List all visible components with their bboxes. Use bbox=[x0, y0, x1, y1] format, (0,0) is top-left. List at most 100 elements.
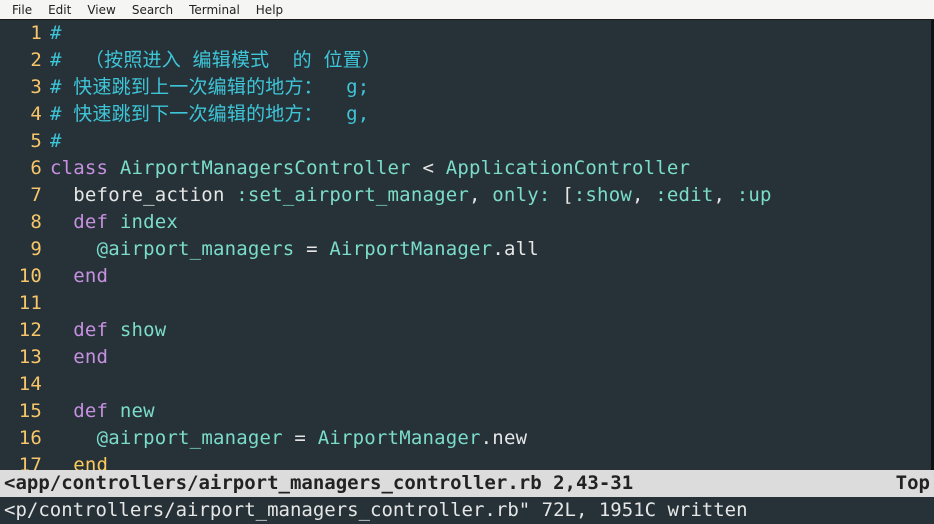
code-line[interactable]: 2# （按照进入 编辑模式 的 位置） bbox=[0, 47, 934, 74]
line-number: 7 bbox=[0, 182, 50, 209]
token bbox=[108, 319, 120, 341]
code-content[interactable]: # bbox=[50, 128, 62, 155]
token bbox=[50, 319, 73, 341]
menu-item-help[interactable]: Help bbox=[248, 3, 291, 17]
code-content[interactable]: # bbox=[50, 20, 62, 47]
token: = bbox=[283, 427, 318, 449]
token: show bbox=[120, 319, 167, 341]
token bbox=[50, 400, 73, 422]
token: AirportManagersController bbox=[120, 157, 411, 179]
code-content[interactable]: class AirportManagersController < Applic… bbox=[50, 155, 690, 182]
code-content[interactable]: def new bbox=[50, 398, 155, 425]
code-content[interactable]: end bbox=[50, 263, 108, 290]
line-number: 11 bbox=[0, 290, 50, 317]
line-number: 6 bbox=[0, 155, 50, 182]
token: = bbox=[294, 238, 329, 260]
token bbox=[50, 427, 97, 449]
code-line[interactable]: 10 end bbox=[0, 263, 934, 290]
token bbox=[108, 400, 120, 422]
code-content[interactable]: @airport_managers = AirportManager.all bbox=[50, 236, 539, 263]
token: :set_airport_manager bbox=[236, 184, 469, 206]
token: :edit bbox=[655, 184, 713, 206]
token: :up bbox=[737, 184, 772, 206]
code-line[interactable]: 15 def new bbox=[0, 398, 934, 425]
line-number: 15 bbox=[0, 398, 50, 425]
line-number: 8 bbox=[0, 209, 50, 236]
token: # （按照进入 编辑模式 的 位置） bbox=[50, 49, 381, 71]
line-number: 4 bbox=[0, 101, 50, 128]
code-line[interactable]: 4# 快速跳到下一次编辑的地方： g, bbox=[0, 101, 934, 128]
token: ApplicationController bbox=[446, 157, 690, 179]
token: class bbox=[50, 157, 108, 179]
line-number: 10 bbox=[0, 263, 50, 290]
code-content[interactable]: end bbox=[50, 452, 108, 470]
token: .all bbox=[492, 238, 539, 260]
code-line[interactable]: 8 def index bbox=[0, 209, 934, 236]
code-line[interactable]: 7 before_action :set_airport_manager, on… bbox=[0, 182, 934, 209]
code-line[interactable]: 9 @airport_managers = AirportManager.all bbox=[0, 236, 934, 263]
token bbox=[50, 211, 73, 233]
token: AirportManager bbox=[329, 238, 492, 260]
code-content[interactable]: # 快速跳到下一次编辑的地方： g, bbox=[50, 101, 369, 128]
code-line[interactable]: 12 def show bbox=[0, 317, 934, 344]
token: def bbox=[73, 211, 108, 233]
token: < bbox=[411, 157, 446, 179]
token bbox=[50, 238, 97, 260]
code-content[interactable]: # 快速跳到上一次编辑的地方： g; bbox=[50, 74, 369, 101]
status-left: <app/controllers/airport_managers_contro… bbox=[4, 470, 633, 497]
line-number: 1 bbox=[0, 20, 50, 47]
token: @airport_manager bbox=[97, 427, 283, 449]
code-line[interactable]: 6class AirportManagersController < Appli… bbox=[0, 155, 934, 182]
token: end bbox=[73, 454, 108, 470]
token: :show bbox=[574, 184, 632, 206]
token: end bbox=[73, 346, 108, 368]
code-line[interactable]: 13 end bbox=[0, 344, 934, 371]
menubar: FileEditViewSearchTerminalHelp bbox=[0, 0, 934, 20]
code-line[interactable]: 1# bbox=[0, 20, 934, 47]
status-right: Top bbox=[896, 470, 930, 497]
token: @airport_managers bbox=[97, 238, 295, 260]
token bbox=[108, 157, 120, 179]
menu-item-edit[interactable]: Edit bbox=[40, 3, 79, 17]
token bbox=[50, 265, 73, 287]
code-line[interactable]: 16 @airport_manager = AirportManager.new bbox=[0, 425, 934, 452]
menu-item-terminal[interactable]: Terminal bbox=[181, 3, 248, 17]
token: def bbox=[73, 319, 108, 341]
line-number: 5 bbox=[0, 128, 50, 155]
token: AirportManager bbox=[318, 427, 481, 449]
code-content[interactable]: def index bbox=[50, 209, 178, 236]
token bbox=[50, 346, 73, 368]
code-content[interactable]: # （按照进入 编辑模式 的 位置） bbox=[50, 47, 381, 74]
token: def bbox=[73, 400, 108, 422]
token bbox=[108, 211, 120, 233]
token: only: bbox=[492, 184, 550, 206]
code-line[interactable]: 3# 快速跳到上一次编辑的地方： g; bbox=[0, 74, 934, 101]
token: before_action bbox=[50, 184, 236, 206]
line-number: 12 bbox=[0, 317, 50, 344]
menu-item-search[interactable]: Search bbox=[124, 3, 181, 17]
menu-item-file[interactable]: File bbox=[4, 3, 40, 17]
token: , bbox=[469, 184, 492, 206]
code-line[interactable]: 17 end bbox=[0, 452, 934, 470]
code-content[interactable]: end bbox=[50, 344, 108, 371]
token: # bbox=[50, 22, 62, 44]
code-content[interactable]: def show bbox=[50, 317, 166, 344]
code-line[interactable]: 14 bbox=[0, 371, 934, 398]
menu-item-view[interactable]: View bbox=[79, 3, 123, 17]
code-line[interactable]: 11 bbox=[0, 290, 934, 317]
status-line-1: <app/controllers/airport_managers_contro… bbox=[0, 470, 934, 497]
line-number: 2 bbox=[0, 47, 50, 74]
code-content[interactable]: before_action :set_airport_manager, only… bbox=[50, 182, 772, 209]
token: .new bbox=[481, 427, 528, 449]
token: [ bbox=[551, 184, 574, 206]
line-number: 9 bbox=[0, 236, 50, 263]
token bbox=[50, 454, 73, 470]
editor-area[interactable]: 1#2# （按照进入 编辑模式 的 位置）3# 快速跳到上一次编辑的地方： g;… bbox=[0, 20, 934, 470]
token: # 快速跳到上一次编辑的地方： g; bbox=[50, 76, 369, 98]
code-content[interactable]: @airport_manager = AirportManager.new bbox=[50, 425, 527, 452]
line-number: 13 bbox=[0, 344, 50, 371]
token: # bbox=[50, 130, 62, 152]
token: , bbox=[713, 184, 736, 206]
token: # 快速跳到下一次编辑的地方： g, bbox=[50, 103, 369, 125]
code-line[interactable]: 5# bbox=[0, 128, 934, 155]
